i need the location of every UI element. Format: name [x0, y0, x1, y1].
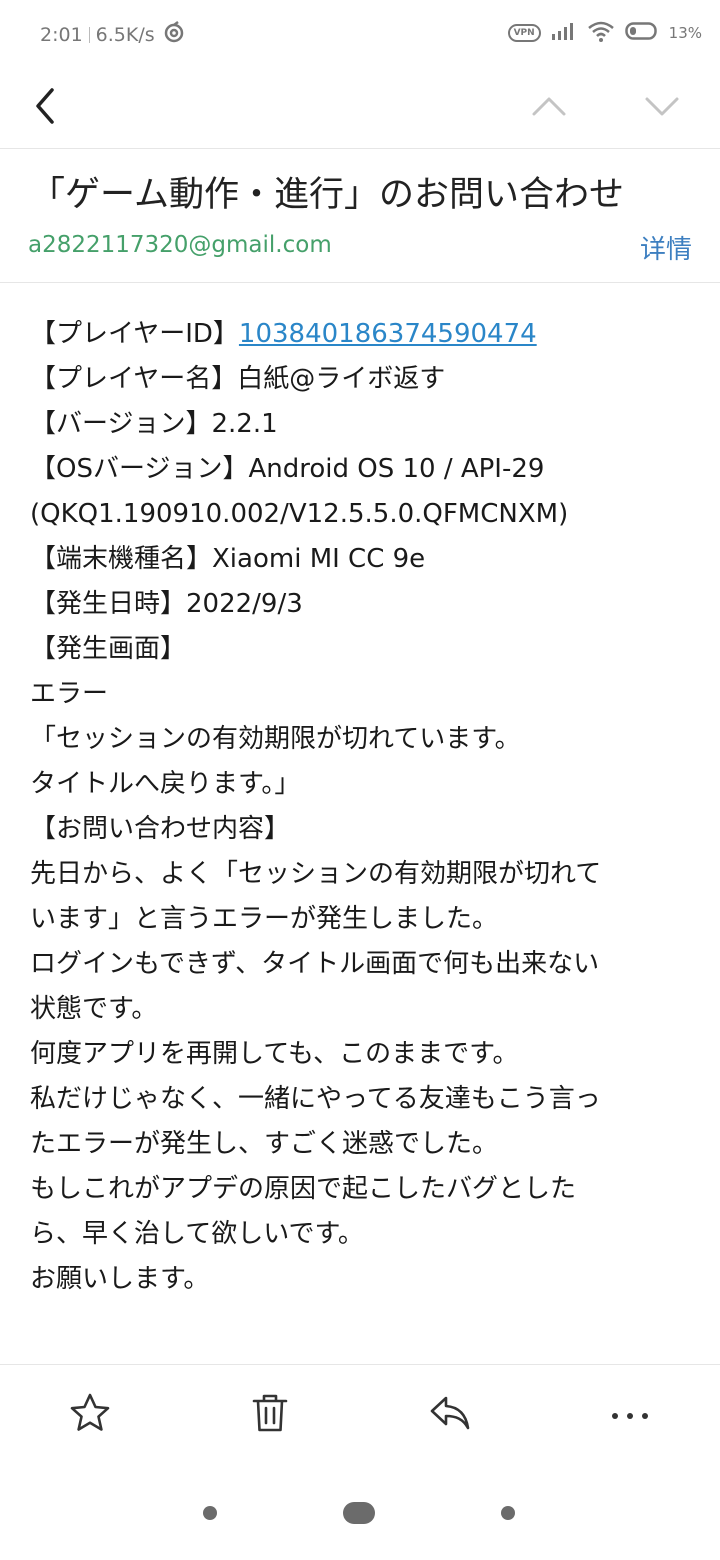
body-line: お願いします。 — [30, 1264, 210, 1294]
body-line: たエラーが発生し、すごく迷惑でした。 — [30, 1129, 499, 1159]
body-line: 【発生画面】 — [30, 634, 187, 664]
battery-icon — [624, 21, 659, 45]
body-line: ら、早く治して欲しいです。 — [30, 1219, 364, 1249]
body-line: エラー — [30, 679, 109, 709]
system-home-button[interactable] — [343, 1502, 375, 1524]
system-recents-button[interactable] — [501, 1506, 515, 1520]
status-separator — [88, 26, 90, 43]
chevron-down-icon — [644, 94, 680, 122]
chevron-up-icon — [531, 94, 567, 122]
email-subject: 「ゲーム動作・進行」のお問い合わせ — [30, 175, 624, 215]
details-link[interactable]: 详情 — [640, 229, 692, 266]
reply-icon — [428, 1393, 472, 1437]
status-bar: 2:01 6.5K/s VPN 13% — [0, 0, 720, 68]
sender-address[interactable]: a2822117320@gmail.com — [28, 232, 332, 258]
status-right: VPN 13% — [507, 20, 702, 46]
app-notification-icon — [163, 21, 185, 48]
star-button[interactable] — [60, 1387, 120, 1443]
body-line: 先日から、よく「セッションの有効期限が切れて — [30, 859, 602, 889]
top-navigation — [0, 68, 720, 148]
next-email-button[interactable] — [632, 78, 692, 138]
more-icon — [610, 1406, 650, 1425]
player-id-link[interactable]: 103840186374590474 — [239, 319, 537, 349]
body-line: ログインもできず、タイトル画面で何も出来ない — [30, 949, 600, 979]
body-line: 【発生日時】2022/9/3 — [30, 589, 303, 619]
body-line: 「セッションの有効期限が切れています。 — [30, 724, 521, 754]
body-line: タイトルへ戻ります。」 — [30, 769, 301, 799]
body-line: います」と言うエラーが発生しました。 — [30, 904, 499, 934]
more-button[interactable] — [600, 1387, 660, 1443]
status-time: 2:01 — [40, 23, 83, 46]
body-line: 【お問い合わせ内容】 — [30, 814, 291, 844]
body-line: もしこれがアプデの原因で起こしたバグとした — [30, 1174, 577, 1204]
email-toolbar — [0, 1365, 720, 1465]
network-speed: 6.5K/s — [95, 23, 155, 46]
reply-button[interactable] — [420, 1387, 480, 1443]
delete-button[interactable] — [240, 1387, 300, 1443]
status-left: 2:01 6.5K/s — [40, 21, 185, 48]
vpn-icon: VPN — [507, 24, 541, 42]
body-line: 何度アプリを再開しても、このままです。 — [30, 1039, 519, 1069]
wifi-icon — [587, 20, 615, 46]
body-line: 【バージョン】2.2.1 — [30, 409, 278, 439]
body-line: 【OSバージョン】Android OS 10 / API-29 — [30, 454, 545, 484]
header-divider — [0, 148, 720, 149]
body-line: (QKQ1.190910.002/V12.5.5.0.QFMCNXM) — [30, 499, 569, 529]
chevron-left-icon — [30, 86, 60, 130]
system-back-button[interactable] — [203, 1506, 217, 1520]
body-line: 私だけじゃなく、一緒にやってる友達もこう言っ — [30, 1084, 601, 1114]
body-line: 状態です。 — [30, 994, 158, 1024]
previous-email-button[interactable] — [519, 78, 579, 138]
email-body: 【プレイヤーID】103840186374590474 【プレイヤー名】白紙@ラ… — [30, 312, 700, 1302]
body-line: 【端末機種名】Xiaomi MI CC 9e — [30, 544, 426, 574]
body-divider — [0, 282, 720, 283]
back-button[interactable] — [15, 78, 75, 138]
player-id-line: 【プレイヤーID】103840186374590474 — [30, 312, 700, 357]
star-icon — [69, 1392, 111, 1438]
trash-icon — [250, 1392, 290, 1438]
signal-icon — [551, 21, 577, 45]
battery-level: 13% — [668, 24, 702, 42]
body-line: 【プレイヤー名】白紙@ライボ返す — [30, 364, 446, 394]
player-id-label: 【プレイヤーID】 — [30, 319, 239, 349]
system-navigation — [0, 1490, 720, 1535]
